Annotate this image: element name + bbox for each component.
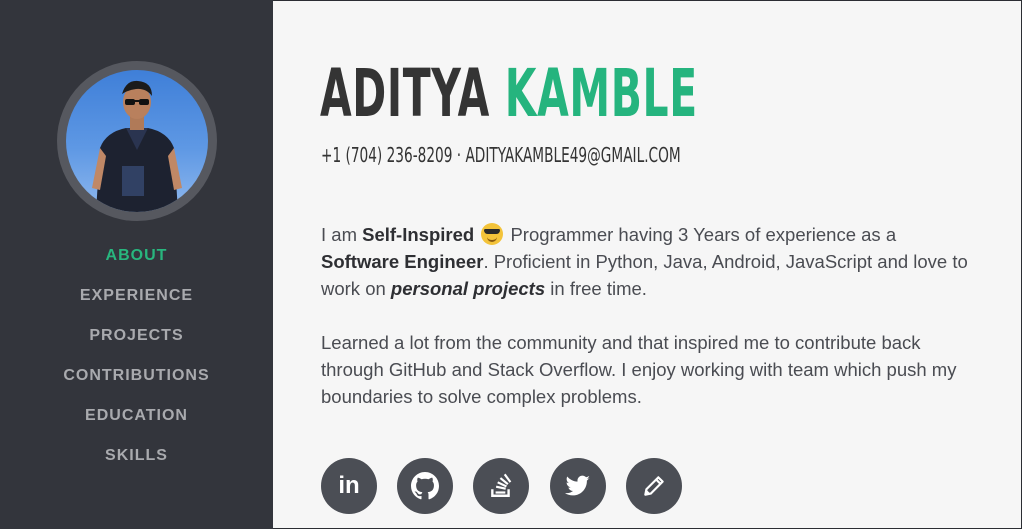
person-figure xyxy=(92,80,182,212)
about-text: Programmer having 3 Years of experience … xyxy=(505,224,897,245)
pencil-icon xyxy=(644,476,664,496)
sidebar: ABOUT EXPERIENCE PROJECTS CONTRIBUTIONS … xyxy=(0,0,273,529)
linkedin-icon: in xyxy=(338,472,360,499)
about-paragraph-2: Learned a lot from the community and tha… xyxy=(321,332,957,407)
nav-item-about[interactable]: ABOUT xyxy=(0,236,273,276)
nav-item-contributions[interactable]: CONTRIBUTIONS xyxy=(0,356,273,396)
about-text: I am xyxy=(321,224,363,245)
last-name: KAMBLE xyxy=(504,55,698,132)
page-title: ADITYA KAMBLE xyxy=(320,52,698,136)
first-name: ADITYA xyxy=(320,55,490,132)
about-paragraph-1: I am Self-Inspired Programmer having 3 Y… xyxy=(321,221,971,302)
nav-item-skills[interactable]: SKILLS xyxy=(0,436,273,476)
github-icon xyxy=(411,472,439,500)
nav-item-experience[interactable]: EXPERIENCE xyxy=(0,276,273,316)
nav-item-projects[interactable]: PROJECTS xyxy=(0,316,273,356)
profile-photo xyxy=(66,70,208,212)
sunglasses-emoji-icon xyxy=(481,223,504,245)
sidebar-nav: ABOUT EXPERIENCE PROJECTS CONTRIBUTIONS … xyxy=(0,236,273,476)
twitter-icon xyxy=(565,475,590,496)
stackoverflow-icon xyxy=(491,473,512,497)
about-highlight: personal projects xyxy=(390,278,546,299)
about-highlight: Self-Inspired xyxy=(362,224,475,245)
contact-info[interactable]: +1 (704) 236-8209 · ADITYAKAMBLE49@GMAIL… xyxy=(321,142,681,168)
about-section: I am Self-Inspired Programmer having 3 Y… xyxy=(321,221,971,437)
github-button[interactable] xyxy=(397,458,453,514)
avatar[interactable] xyxy=(57,61,217,221)
about-text: in free time. xyxy=(545,278,647,299)
about-highlight: Software Engineer xyxy=(321,251,484,272)
linkedin-button[interactable]: in xyxy=(321,458,377,514)
stackoverflow-button[interactable] xyxy=(473,458,529,514)
blog-button[interactable] xyxy=(626,458,682,514)
twitter-button[interactable] xyxy=(550,458,606,514)
nav-item-education[interactable]: EDUCATION xyxy=(0,396,273,436)
